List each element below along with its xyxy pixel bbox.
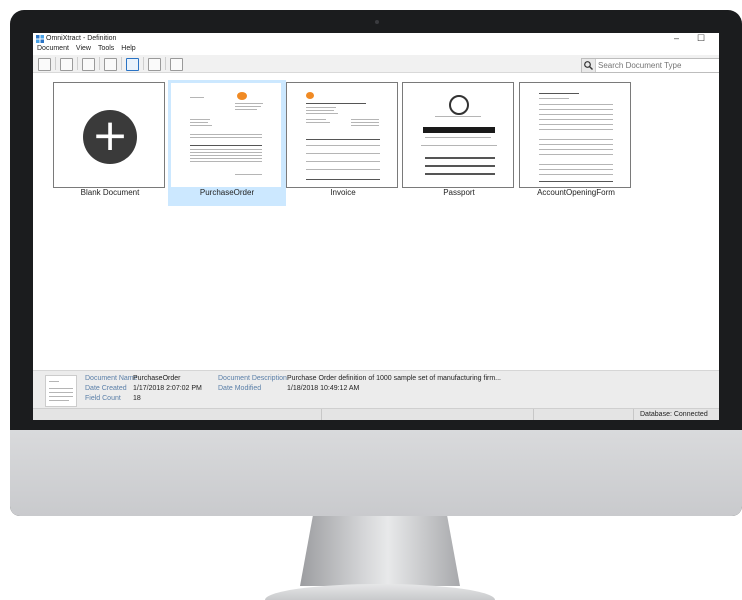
app-window: OmniXtract - Definition – ☐ Document View…	[33, 33, 719, 420]
logo-mark	[306, 92, 314, 99]
window-title: OmniXtract - Definition	[46, 35, 117, 42]
toolbar-separator	[99, 57, 100, 70]
date-modified-value: 1/18/2018 10:49:12 AM	[287, 385, 360, 392]
document-name-value: PurchaseOrder	[133, 375, 181, 382]
card-label: Blank Document	[80, 188, 140, 197]
document-type-gallery: + Blank Document PurchaseOrder Invoice P…	[33, 75, 719, 370]
toolbar-separator	[77, 57, 78, 70]
card-purchase-order[interactable]: PurchaseOrder	[168, 80, 286, 206]
toolbar-separator	[121, 57, 122, 70]
status-separator	[633, 409, 634, 420]
title-bar: OmniXtract - Definition – ☐	[33, 33, 719, 45]
new-icon[interactable]	[38, 58, 51, 71]
document-details-panel: Document Name PurchaseOrder Date Created…	[33, 370, 719, 409]
card-label: PurchaseOrder	[199, 188, 255, 197]
card-thumbnail	[170, 82, 282, 188]
document-description-value: Purchase Order definition of 1000 sample…	[287, 375, 501, 382]
minimize-button[interactable]: –	[674, 33, 679, 43]
document-preview	[534, 89, 616, 187]
status-bar: Database: Connected	[33, 408, 719, 420]
selected-document-thumbnail	[45, 375, 77, 407]
logo-mark	[237, 92, 247, 100]
toolbar-separator	[143, 57, 144, 70]
monitor-stand-base	[265, 584, 495, 600]
card-thumbnail	[286, 82, 398, 188]
open-folder-icon[interactable]	[82, 58, 95, 71]
status-separator	[533, 409, 534, 420]
toolbar-separator	[165, 57, 166, 70]
card-thumbnail	[519, 82, 631, 188]
card-label: AccountOpeningForm	[537, 188, 615, 197]
monitor-stand-neck	[300, 516, 460, 586]
card-passport[interactable]: Passport	[400, 80, 518, 206]
card-blank-document[interactable]: + Blank Document	[51, 80, 169, 206]
status-separator	[321, 409, 322, 420]
document-name-label: Document Name	[85, 375, 138, 382]
menu-tools[interactable]: Tools	[98, 45, 114, 52]
refresh-icon[interactable]	[126, 58, 139, 71]
delete-icon[interactable]	[170, 58, 183, 71]
document-preview	[185, 89, 267, 187]
monitor-chin	[10, 430, 742, 516]
app-logo-icon	[36, 35, 44, 43]
card-thumbnail	[402, 82, 514, 188]
add-icon: +	[83, 110, 137, 164]
field-count-label: Field Count	[85, 395, 121, 402]
document-preview	[301, 89, 383, 187]
properties-icon[interactable]	[104, 58, 117, 71]
menu-bar: Document View Tools Help	[33, 45, 139, 55]
emblem-mark	[449, 95, 469, 115]
date-created-value: 1/17/2018 2:07:02 PM	[133, 385, 202, 392]
toolbar-separator	[55, 57, 56, 70]
menu-document[interactable]: Document	[37, 45, 69, 52]
menu-help[interactable]: Help	[121, 45, 135, 52]
camera-dot	[375, 20, 379, 24]
database-status: Database: Connected	[640, 411, 708, 418]
card-account-opening-form[interactable]: AccountOpeningForm	[517, 80, 635, 206]
copy-icon[interactable]	[148, 58, 161, 71]
card-thumbnail: +	[53, 82, 165, 188]
date-created-label: Date Created	[85, 385, 127, 392]
card-invoice[interactable]: Invoice	[284, 80, 402, 206]
search-input[interactable]	[598, 59, 716, 72]
document-preview	[417, 89, 499, 187]
header-band	[423, 127, 495, 133]
field-count-value: 18	[133, 395, 141, 402]
document-description-label: Document Description	[218, 375, 287, 382]
card-label: Passport	[443, 188, 475, 197]
menu-view[interactable]: View	[76, 45, 91, 52]
search-box[interactable]	[581, 58, 719, 73]
card-label: Invoice	[330, 188, 356, 197]
maximize-button[interactable]: ☐	[697, 33, 705, 44]
search-icon[interactable]	[582, 59, 596, 72]
save-icon[interactable]	[60, 58, 73, 71]
date-modified-label: Date Modified	[218, 385, 262, 392]
